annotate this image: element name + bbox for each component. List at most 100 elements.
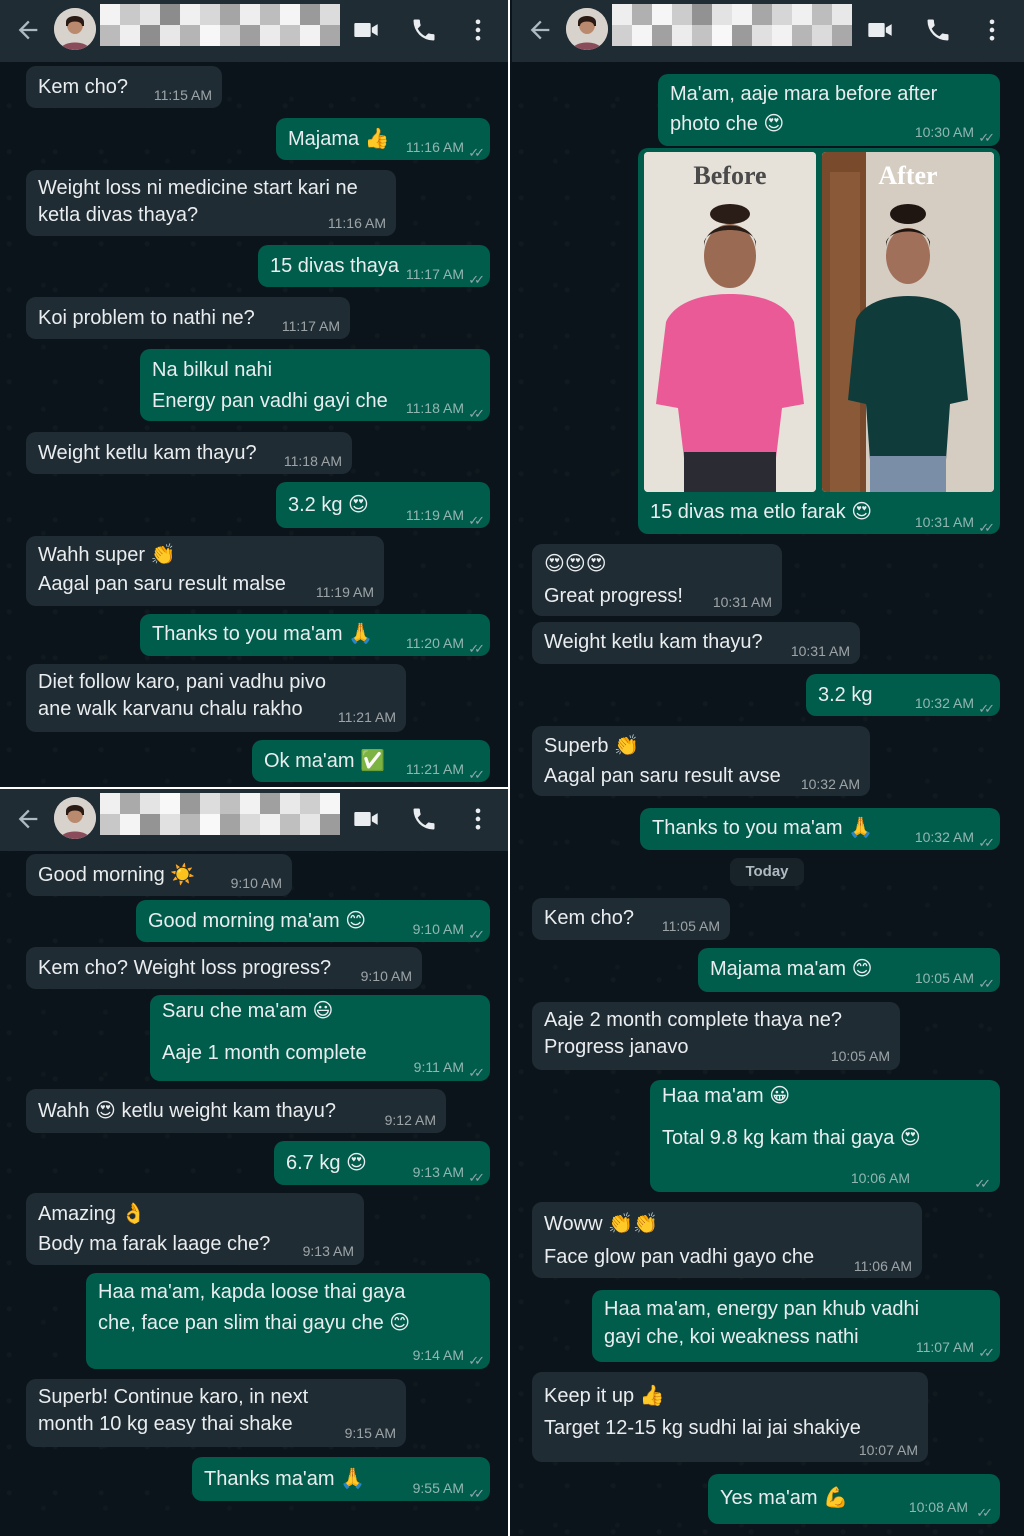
arrow-left-icon[interactable] <box>14 16 42 44</box>
message-incoming[interactable]: Woww 👏👏 Face glow pan vadhi gayo che 11:… <box>532 1202 922 1278</box>
avatar[interactable] <box>54 8 96 50</box>
message-text: Majama ma'am 😊 <box>710 958 873 980</box>
message-incoming[interactable]: Wahh super 👏 Aagal pan saru result malse… <box>26 536 384 606</box>
message-incoming[interactable]: Weight ketlu kam thayu? 10:31 AM <box>532 622 860 664</box>
message-incoming[interactable]: Kem cho? 11:15 AM <box>26 66 222 108</box>
chat-panel-3: Ma'am, aaje mara before after photo che … <box>512 0 1024 1536</box>
after-photo[interactable]: After <box>822 152 994 492</box>
message-outgoing[interactable]: Thanks to you ma'am 🙏 10:32 AM ✓✓ <box>640 808 1000 850</box>
message-incoming[interactable]: Koi problem to nathi ne? 11:17 AM <box>26 297 350 339</box>
message-outgoing[interactable]: Saru che ma'am 😃 Aaje 1 month complete 9… <box>150 995 490 1081</box>
message-time: 10:31 AM <box>914 514 974 530</box>
message-text: Amazing 👌 Body ma farak laage che? <box>38 1203 271 1255</box>
message-incoming[interactable]: Amazing 👌 Body ma farak laage che? 9:13 … <box>26 1193 364 1265</box>
video-camera-icon[interactable] <box>352 16 380 44</box>
message-time: 10:07 AM <box>858 1442 918 1458</box>
message-time: 9:11 AM <box>413 1059 464 1075</box>
message-outgoing[interactable]: 3.2 kg 10:32 AM ✓✓ <box>806 674 1000 716</box>
message-time: 10:05 AM <box>914 970 974 986</box>
message-outgoing[interactable]: Na bilkul nahi Energy pan vadhi gayi che… <box>140 349 490 421</box>
message-text: Superb 👏 Aagal pan saru result avse <box>544 735 781 787</box>
double-check-icon: ✓✓ <box>468 1353 485 1368</box>
message-time: 11:17 AM <box>281 318 340 334</box>
message-incoming[interactable]: Wahh 😍 ketlu weight kam thayu? 9:12 AM <box>26 1089 446 1133</box>
before-photo[interactable]: Before <box>644 152 816 492</box>
arrow-left-icon[interactable] <box>526 16 554 44</box>
message-outgoing[interactable]: Ok ma'am ✅ 11:21 AM ✓✓ <box>252 740 490 782</box>
double-check-icon: ✓✓ <box>468 767 485 782</box>
message-time: 9:55 AM <box>412 1480 464 1496</box>
message-text: Thanks to you ma'am 🙏 <box>152 623 374 645</box>
double-check-icon: ✓✓ <box>468 641 485 656</box>
message-incoming[interactable]: Aaje 2 month complete thaya ne? Progress… <box>532 1002 900 1070</box>
message-time: 11:16 AM <box>405 139 464 155</box>
message-incoming[interactable]: Keep it up 👍 Target 12-15 kg sudhi lai j… <box>532 1372 928 1462</box>
arrow-left-icon[interactable] <box>14 805 42 833</box>
message-outgoing[interactable]: Haa ma'am, energy pan khub vadhi gayi ch… <box>592 1290 1000 1362</box>
message-time: 10:32 AM <box>914 829 974 845</box>
message-outgoing[interactable]: Majama ma'am 😊 10:05 AM ✓✓ <box>698 948 1000 992</box>
message-text: 6.7 kg 😍 <box>286 1152 367 1174</box>
message-incoming[interactable]: Diet follow karo, pani vadhu pivo ane wa… <box>26 664 406 732</box>
message-text: Kem cho? <box>544 907 635 929</box>
message-outgoing[interactable]: Haa ma'am 😀 Total 9.8 kg kam thai gaya 😍… <box>650 1080 1000 1192</box>
video-camera-icon[interactable] <box>352 805 380 833</box>
message-time: 11:21 AM <box>337 709 396 725</box>
message-time: 10:32 AM <box>800 776 860 792</box>
double-check-icon: ✓✓ <box>468 513 485 528</box>
double-check-icon: ✓✓ <box>468 1065 485 1080</box>
message-outgoing[interactable]: Thanks ma'am 🙏 9:55 AM ✓✓ <box>192 1457 490 1501</box>
message-incoming[interactable]: Weight loss ni medicine start kari ne ke… <box>26 170 396 236</box>
message-outgoing[interactable]: Good morning ma'am 😊 9:10 AM ✓✓ <box>136 900 490 942</box>
avatar[interactable] <box>54 797 96 839</box>
message-incoming[interactable]: Good morning ☀️ 9:10 AM <box>26 854 292 896</box>
message-outgoing[interactable]: Haa ma'am, kapda loose thai gaya che, fa… <box>86 1273 490 1369</box>
message-text: Saru che ma'am 😃 Aaje 1 month complete <box>162 1000 367 1064</box>
message-text: Superb! Continue karo, in next month 10 … <box>38 1386 309 1435</box>
message-incoming[interactable]: Kem cho? 11:05 AM <box>532 898 730 940</box>
more-vertical-icon[interactable] <box>464 805 492 833</box>
image-message[interactable]: Before After 15 divas ma etlo farak 😍 10… <box>638 148 1000 535</box>
message-time: 9:15 AM <box>344 1425 396 1441</box>
double-check-icon: ✓✓ <box>978 1345 995 1360</box>
phone-icon[interactable] <box>924 16 952 44</box>
message-outgoing[interactable]: 3.2 kg 😍 11:19 AM ✓✓ <box>276 482 490 528</box>
message-text: Good morning ☀️ <box>38 864 196 886</box>
message-incoming[interactable]: Kem cho? Weight loss progress? 9:10 AM <box>26 947 422 989</box>
message-outgoing[interactable]: Yes ma'am 💪 10:08 AM ✓✓ <box>708 1474 1000 1524</box>
message-outgoing[interactable]: Majama 👍 11:16 AM ✓✓ <box>276 118 490 160</box>
more-vertical-icon[interactable] <box>978 16 1006 44</box>
double-check-icon: ✓✓ <box>976 1505 993 1520</box>
message-time: 10:06 AM <box>850 1170 910 1186</box>
phone-icon[interactable] <box>410 805 438 833</box>
message-incoming[interactable]: Superb 👏 Aagal pan saru result avse 10:3… <box>532 726 870 796</box>
avatar[interactable] <box>566 8 608 50</box>
message-outgoing[interactable]: 6.7 kg 😍 9:13 AM ✓✓ <box>274 1141 490 1185</box>
message-time: 9:14 AM <box>412 1347 464 1363</box>
message-text: Ma'am, aaje mara before after photo che … <box>670 83 938 135</box>
double-check-icon: ✓✓ <box>468 1486 485 1501</box>
message-incoming[interactable]: Weight ketlu kam thayu? 11:18 AM <box>26 432 352 474</box>
message-text: Kem cho? <box>38 76 129 98</box>
message-text: Majama 👍 <box>288 128 390 150</box>
message-outgoing[interactable]: 15 divas thaya 11:17 AM ✓✓ <box>258 245 490 287</box>
message-text: Keep it up 👍 Target 12-15 kg sudhi lai j… <box>544 1385 861 1439</box>
message-text: Weight ketlu kam thayu? <box>544 631 763 653</box>
message-text: Haa ma'am 😀 Total 9.8 kg kam thai gaya 😍 <box>662 1085 921 1149</box>
message-time: 11:20 AM <box>405 635 464 651</box>
double-check-icon: ✓✓ <box>468 272 485 287</box>
message-text: 15 divas thaya <box>270 255 399 277</box>
message-time: 11:17 AM <box>405 266 464 282</box>
date-separator: Today <box>730 858 804 886</box>
message-outgoing[interactable]: Ma'am, aaje mara before after photo che … <box>658 74 1000 146</box>
message-incoming[interactable]: Superb! Continue karo, in next month 10 … <box>26 1379 406 1447</box>
video-camera-icon[interactable] <box>866 16 894 44</box>
message-time: 10:32 AM <box>914 695 974 711</box>
more-vertical-icon[interactable] <box>464 16 492 44</box>
message-text: Weight loss ni medicine start kari ne ke… <box>38 177 358 226</box>
message-incoming[interactable]: 😍😍😍 Great progress! 10:31 AM <box>532 544 782 616</box>
message-outgoing[interactable]: Thanks to you ma'am 🙏 11:20 AM ✓✓ <box>140 614 490 656</box>
message-text: Koi problem to nathi ne? <box>38 307 255 329</box>
phone-icon[interactable] <box>410 16 438 44</box>
message-time: 9:12 AM <box>384 1112 436 1128</box>
